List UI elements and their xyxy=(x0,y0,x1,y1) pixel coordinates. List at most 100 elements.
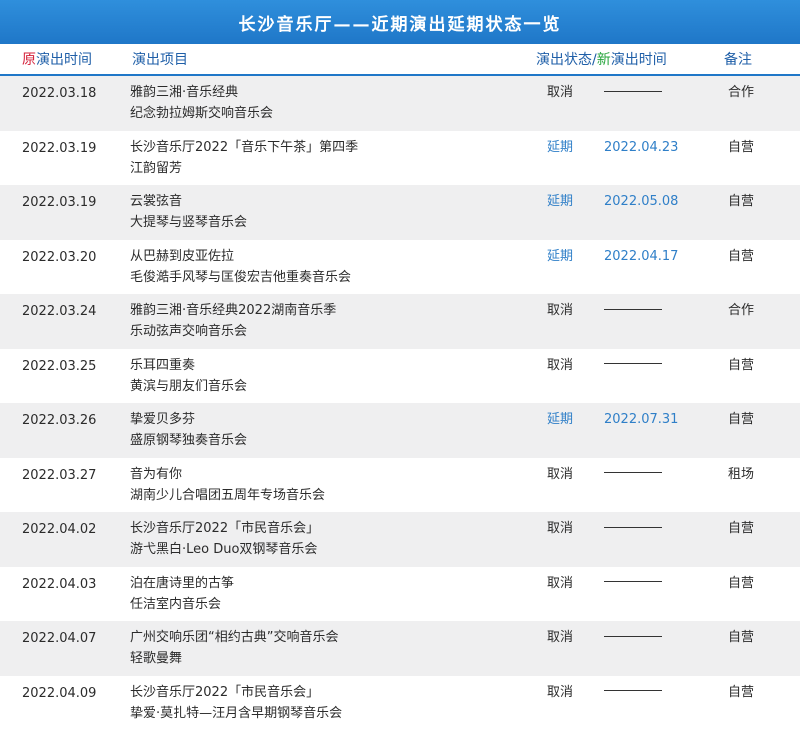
note-cell: 自营 xyxy=(720,191,800,212)
program-title: 从巴赫到皮亚佐拉 xyxy=(130,246,536,267)
program-subtitle: 黄滨与朋友们音乐会 xyxy=(130,376,536,397)
note-cell: 自营 xyxy=(720,137,800,158)
status-cell: 延期 xyxy=(536,191,596,212)
program-title: 雅韵三湘·音乐经典2022湖南音乐季 xyxy=(130,300,536,321)
original-date-cell: 2022.03.24 xyxy=(0,300,128,322)
status-cell: 取消 xyxy=(536,573,596,594)
status-cell: 延期 xyxy=(536,409,596,430)
program-cell: 广州交响乐团“相约古典”交响音乐会轻歌曼舞 xyxy=(128,627,536,669)
table-row: 2022.03.26挚爱贝多芬盛原钢琴独奏音乐会延期2022.07.31自营 xyxy=(0,403,800,458)
header-note: 备注 xyxy=(720,49,800,69)
original-date-cell: 2022.03.25 xyxy=(0,355,128,377)
status-cell: 取消 xyxy=(536,518,596,539)
no-date-dash xyxy=(604,309,662,310)
table-row: 2022.03.24雅韵三湘·音乐经典2022湖南音乐季乐动弦声交响音乐会取消 合… xyxy=(0,294,800,349)
program-subtitle: 游弋黑白·Leo Duo双钢琴音乐会 xyxy=(130,539,536,560)
note-cell: 自营 xyxy=(720,409,800,430)
table-row: 2022.03.20从巴赫到皮亚佐拉毛俊澔手风琴与匡俊宏吉他重奏音乐会延期202… xyxy=(0,240,800,295)
status-cell: 取消 xyxy=(536,464,596,485)
program-title: 长沙音乐厅2022「市民音乐会」 xyxy=(130,518,536,539)
status-cell: 取消 xyxy=(536,82,596,103)
status-cell: 延期 xyxy=(536,137,596,158)
program-title: 长沙音乐厅2022「市民音乐会」 xyxy=(130,682,536,703)
original-date-cell: 2022.03.27 xyxy=(0,464,128,486)
new-date-cell: 2022.04.17 xyxy=(596,246,720,267)
table-row: 2022.03.19云裳弦音大提琴与竖琴音乐会延期2022.05.08自营 xyxy=(0,185,800,240)
original-date-cell: 2022.03.20 xyxy=(0,246,128,268)
header-date-label: 演出时间 xyxy=(36,52,92,68)
program-cell: 乐耳四重奏黄滨与朋友们音乐会 xyxy=(128,355,536,397)
program-subtitle: 毛俊澔手风琴与匡俊宏吉他重奏音乐会 xyxy=(130,267,536,288)
note-cell: 自营 xyxy=(720,627,800,648)
program-subtitle: 任洁室内音乐会 xyxy=(130,594,536,615)
program-title: 雅韵三湘·音乐经典 xyxy=(130,82,536,103)
new-date-cell: 2022.07.31 xyxy=(596,409,720,430)
original-date-cell: 2022.04.09 xyxy=(0,682,128,704)
program-cell: 从巴赫到皮亚佐拉毛俊澔手风琴与匡俊宏吉他重奏音乐会 xyxy=(128,246,536,288)
program-title: 广州交响乐团“相约古典”交响音乐会 xyxy=(130,627,536,648)
new-date-cell xyxy=(596,464,720,485)
new-date-cell xyxy=(596,355,720,376)
program-title: 云裳弦音 xyxy=(130,191,536,212)
original-date-cell: 2022.03.26 xyxy=(0,409,128,431)
table-body: 2022.03.18雅韵三湘·音乐经典纪念勃拉姆斯交响音乐会取消合作2022.0… xyxy=(0,76,800,730)
header-status-new-date: 演出状态/新演出时间 xyxy=(536,49,720,69)
note-cell: 自营 xyxy=(720,355,800,376)
status-cell: 取消 xyxy=(536,682,596,703)
program-title: 乐耳四重奏 xyxy=(130,355,536,376)
new-date-cell xyxy=(596,573,720,594)
note-cell: 合作 xyxy=(720,300,800,321)
no-date-dash xyxy=(604,636,662,637)
program-subtitle: 乐动弦声交响音乐会 xyxy=(130,321,536,342)
program-cell: 长沙音乐厅2022「音乐下午茶」第四季江韵留芳 xyxy=(128,137,536,179)
no-date-dash xyxy=(604,91,662,92)
note-cell: 自营 xyxy=(720,518,800,539)
table-row: 2022.04.03泊在唐诗里的古筝任洁室内音乐会取消 自营 xyxy=(0,567,800,622)
header-program: 演出项目 xyxy=(128,49,536,69)
table-title-bar: 长沙音乐厅——近期演出延期状态一览 xyxy=(0,0,800,44)
program-title: 泊在唐诗里的古筝 xyxy=(130,573,536,594)
program-subtitle: 盛原钢琴独奏音乐会 xyxy=(130,430,536,451)
new-date-cell xyxy=(596,82,720,103)
no-date-dash xyxy=(604,581,662,582)
new-date-cell xyxy=(596,627,720,648)
no-date-dash xyxy=(604,472,662,473)
note-cell: 自营 xyxy=(720,573,800,594)
original-date-cell: 2022.04.03 xyxy=(0,573,128,595)
new-date-cell xyxy=(596,518,720,539)
program-cell: 音为有你湖南少儿合唱团五周年专场音乐会 xyxy=(128,464,536,506)
original-date-cell: 2022.03.19 xyxy=(0,137,128,159)
no-date-dash xyxy=(604,527,662,528)
table-row: 2022.03.19长沙音乐厅2022「音乐下午茶」第四季江韵留芳延期2022.… xyxy=(0,131,800,186)
table-row: 2022.03.18雅韵三湘·音乐经典纪念勃拉姆斯交响音乐会取消合作 xyxy=(0,76,800,131)
note-cell: 租场 xyxy=(720,464,800,485)
header-status-label: 演出状态/ xyxy=(536,52,597,68)
program-title: 长沙音乐厅2022「音乐下午茶」第四季 xyxy=(130,137,536,158)
new-date-cell: 2022.05.08 xyxy=(596,191,720,212)
table-row: 2022.03.25乐耳四重奏黄滨与朋友们音乐会取消自营 xyxy=(0,349,800,404)
table-title: 长沙音乐厅——近期演出延期状态一览 xyxy=(239,10,562,35)
program-subtitle: 挚爱·莫扎特—汪月含早期钢琴音乐会 xyxy=(130,703,536,724)
status-cell: 取消 xyxy=(536,627,596,648)
new-date-cell xyxy=(596,682,720,703)
program-cell: 长沙音乐厅2022「市民音乐会」挚爱·莫扎特—汪月含早期钢琴音乐会 xyxy=(128,682,536,724)
table-row: 2022.04.02长沙音乐厅2022「市民音乐会」游弋黑白·Leo Duo双钢… xyxy=(0,512,800,567)
original-date-cell: 2022.04.07 xyxy=(0,627,128,649)
no-date-dash xyxy=(604,690,662,691)
program-subtitle: 大提琴与竖琴音乐会 xyxy=(130,212,536,233)
header-original-date: 原演出时间 xyxy=(0,49,128,69)
note-cell: 自营 xyxy=(720,246,800,267)
program-subtitle: 江韵留芳 xyxy=(130,158,536,179)
program-cell: 雅韵三湘·音乐经典纪念勃拉姆斯交响音乐会 xyxy=(128,82,536,124)
original-date-cell: 2022.03.19 xyxy=(0,191,128,213)
table-row: 2022.03.27音为有你湖南少儿合唱团五周年专场音乐会取消 租场 xyxy=(0,458,800,513)
status-cell: 取消 xyxy=(536,300,596,321)
no-date-dash xyxy=(604,363,662,364)
program-cell: 雅韵三湘·音乐经典2022湖南音乐季乐动弦声交响音乐会 xyxy=(128,300,536,342)
new-date-cell xyxy=(596,300,720,321)
header-new-prefix: 新 xyxy=(597,52,611,68)
status-cell: 延期 xyxy=(536,246,596,267)
header-new-date-label: 演出时间 xyxy=(611,52,667,68)
table-row: 2022.04.09长沙音乐厅2022「市民音乐会」挚爱·莫扎特—汪月含早期钢琴… xyxy=(0,676,800,730)
note-cell: 合作 xyxy=(720,82,800,103)
